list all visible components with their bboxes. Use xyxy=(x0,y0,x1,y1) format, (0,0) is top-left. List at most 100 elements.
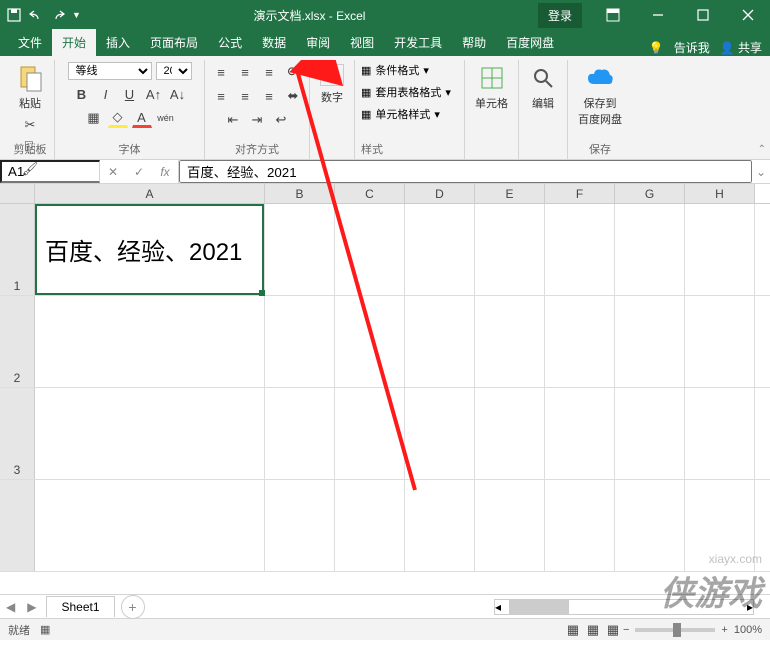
align-right-icon[interactable]: ≡ xyxy=(259,86,279,106)
align-center-icon[interactable]: ≡ xyxy=(235,86,255,106)
cell[interactable] xyxy=(405,388,475,479)
orient-icon[interactable]: ⟳ xyxy=(283,62,303,82)
row-header-2[interactable]: 2 xyxy=(0,296,35,387)
tab-home[interactable]: 开始 xyxy=(52,29,96,56)
tab-insert[interactable]: 插入 xyxy=(96,29,140,56)
tab-view[interactable]: 视图 xyxy=(340,29,384,56)
font-name-select[interactable]: 等线 xyxy=(68,62,152,80)
view-normal-icon[interactable]: ▦ xyxy=(563,620,583,640)
view-pagelayout-icon[interactable]: ▦ xyxy=(583,620,603,640)
cell[interactable] xyxy=(545,388,615,479)
cell[interactable] xyxy=(615,204,685,295)
cell[interactable] xyxy=(475,388,545,479)
tab-help[interactable]: 帮助 xyxy=(452,29,496,56)
col-header-b[interactable]: B xyxy=(265,184,335,203)
save-baidu-button[interactable]: 保存到 百度网盘 xyxy=(574,62,626,129)
zoom-in-button[interactable]: + xyxy=(721,624,727,636)
share-button[interactable]: 👤 共享 xyxy=(720,39,762,56)
cell[interactable] xyxy=(685,388,755,479)
align-bottom-icon[interactable]: ≡ xyxy=(259,62,279,82)
select-all-corner[interactable] xyxy=(0,184,35,203)
hscrollbar[interactable]: ◂ ▸ xyxy=(494,599,754,615)
cell[interactable] xyxy=(265,480,335,571)
increase-font-icon[interactable]: A↑ xyxy=(144,84,164,104)
lightbulb-icon[interactable]: 💡 xyxy=(649,41,664,55)
cell[interactable] xyxy=(615,296,685,387)
fx-icon[interactable]: fx xyxy=(152,165,178,179)
cell[interactable] xyxy=(685,296,755,387)
fill-handle[interactable] xyxy=(259,290,265,296)
maximize-icon[interactable] xyxy=(680,0,725,30)
cell[interactable] xyxy=(545,480,615,571)
col-header-e[interactable]: E xyxy=(475,184,545,203)
cell[interactable] xyxy=(405,296,475,387)
cut-icon[interactable]: ✂ xyxy=(20,115,40,135)
formula-input[interactable] xyxy=(179,160,752,183)
login-button[interactable]: 登录 xyxy=(538,3,582,28)
align-middle-icon[interactable]: ≡ xyxy=(235,62,255,82)
cell[interactable] xyxy=(475,296,545,387)
cell[interactable] xyxy=(265,388,335,479)
macro-record-icon[interactable]: ▦ xyxy=(40,623,50,636)
cell[interactable] xyxy=(615,480,685,571)
tell-me[interactable]: 告诉我 xyxy=(674,39,710,56)
sheet-next-icon[interactable]: ▶ xyxy=(21,600,42,614)
merge-icon[interactable]: ⬌ xyxy=(283,86,303,106)
redo-icon[interactable] xyxy=(50,7,66,23)
bold-icon[interactable]: B xyxy=(72,84,92,104)
row-header[interactable] xyxy=(0,480,35,571)
cell[interactable] xyxy=(35,388,265,479)
underline-icon[interactable]: U xyxy=(120,84,140,104)
cell[interactable] xyxy=(335,204,405,295)
cell[interactable] xyxy=(335,296,405,387)
minimize-icon[interactable] xyxy=(635,0,680,30)
cancel-formula-icon[interactable]: ✕ xyxy=(100,165,126,179)
cell[interactable] xyxy=(335,388,405,479)
col-header-f[interactable]: F xyxy=(545,184,615,203)
italic-icon[interactable]: I xyxy=(96,84,116,104)
wrap-icon[interactable]: ↩ xyxy=(271,110,291,130)
col-header-c[interactable]: C xyxy=(335,184,405,203)
format-painter-icon[interactable]: 🖌 xyxy=(20,159,40,179)
border-icon[interactable]: ▦ xyxy=(84,108,104,128)
cell[interactable] xyxy=(265,296,335,387)
indent-dec-icon[interactable]: ⇤ xyxy=(223,110,243,130)
row-header-3[interactable]: 3 xyxy=(0,388,35,479)
tab-pagelayout[interactable]: 页面布局 xyxy=(140,29,208,56)
sheet-prev-icon[interactable]: ◀ xyxy=(0,600,21,614)
qat-dropdown-icon[interactable]: ▼ xyxy=(72,10,81,20)
col-header-a[interactable]: A xyxy=(35,184,265,203)
format-table-button[interactable]: ▦套用表格格式 ▾ xyxy=(361,84,451,100)
tab-devtools[interactable]: 开发工具 xyxy=(384,29,452,56)
cell-style-button[interactable]: ▦单元格样式 ▾ xyxy=(361,106,440,122)
decrease-font-icon[interactable]: A↓ xyxy=(168,84,188,104)
expand-formula-icon[interactable]: ⌄ xyxy=(752,160,770,183)
fill-color-icon[interactable]: ◇ xyxy=(108,108,128,128)
font-color-icon[interactable]: A xyxy=(132,108,152,128)
sheet-tab-1[interactable]: Sheet1 xyxy=(46,596,114,617)
cell[interactable] xyxy=(475,480,545,571)
tab-baidupan[interactable]: 百度网盘 xyxy=(496,29,564,56)
indent-inc-icon[interactable]: ⇥ xyxy=(247,110,267,130)
zoom-slider[interactable] xyxy=(635,628,715,632)
cell[interactable] xyxy=(685,204,755,295)
paste-button[interactable]: 粘贴 xyxy=(12,62,48,113)
cell[interactable] xyxy=(335,480,405,571)
ruby-icon[interactable]: wén xyxy=(156,108,176,128)
tab-data[interactable]: 数据 xyxy=(252,29,296,56)
cell[interactable] xyxy=(35,296,265,387)
editing-button[interactable]: 编辑 xyxy=(525,62,561,113)
add-sheet-button[interactable]: + xyxy=(121,595,145,619)
save-icon[interactable] xyxy=(6,7,22,23)
cell[interactable] xyxy=(545,296,615,387)
align-left-icon[interactable]: ≡ xyxy=(211,86,231,106)
zoom-out-button[interactable]: − xyxy=(623,624,629,636)
collapse-ribbon-icon[interactable]: ⌃ xyxy=(758,144,766,155)
selected-cell[interactable]: 百度、经验、2021 xyxy=(35,204,264,295)
col-header-d[interactable]: D xyxy=(405,184,475,203)
name-box[interactable] xyxy=(0,160,100,183)
cell[interactable] xyxy=(405,480,475,571)
col-header-h[interactable]: H xyxy=(685,184,755,203)
cell[interactable] xyxy=(685,480,755,571)
view-pagebreak-icon[interactable]: ▦ xyxy=(603,620,623,640)
